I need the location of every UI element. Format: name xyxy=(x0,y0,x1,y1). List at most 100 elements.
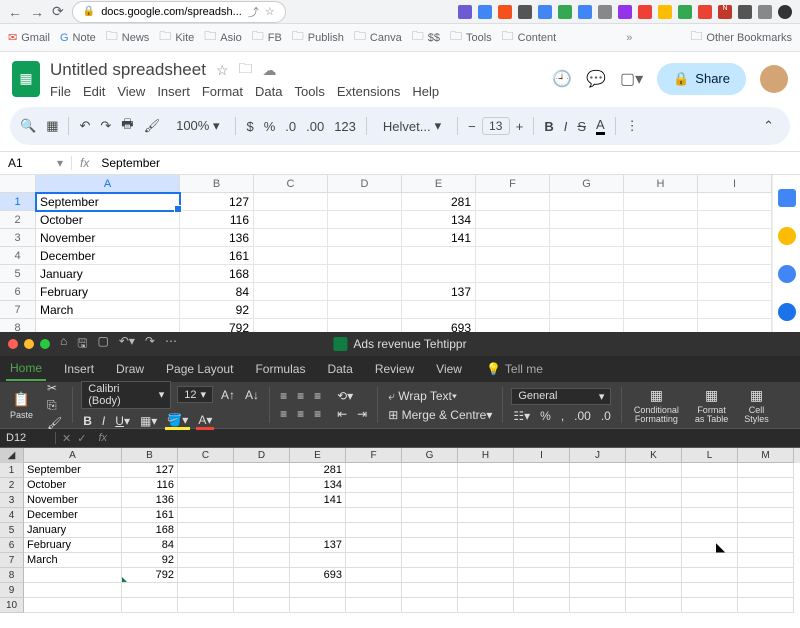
currency-icon[interactable]: ☷▾ xyxy=(511,409,532,423)
redo-icon[interactable]: ↷ xyxy=(145,334,155,355)
italic-icon[interactable]: I xyxy=(100,414,107,428)
meet-icon[interactable]: ▢▾ xyxy=(620,69,643,89)
tab-view[interactable]: View xyxy=(432,358,466,380)
percent-icon[interactable]: % xyxy=(538,409,553,423)
more-icon[interactable]: ⋮ xyxy=(626,118,639,134)
indent-inc-icon[interactable]: ⇥ xyxy=(355,407,369,421)
zoom-select[interactable]: 100% ▾ xyxy=(170,116,225,136)
forward-icon[interactable]: → xyxy=(30,4,44,20)
bookmark-fb[interactable]: 🗀FB xyxy=(252,27,282,48)
decrease-decimal-icon[interactable]: .0 xyxy=(285,119,296,134)
indent-dec-icon[interactable]: ⇤ xyxy=(335,407,349,421)
cell-styles-button[interactable]: ▦ Cell Styles xyxy=(740,384,773,426)
tab-review[interactable]: Review xyxy=(371,358,418,380)
redo-icon[interactable]: ↷ xyxy=(100,118,111,134)
cancel-icon[interactable]: ✕ xyxy=(62,432,71,445)
border-icon[interactable]: ▦▾ xyxy=(138,414,159,428)
ungroup-icon[interactable]: ▦ xyxy=(46,118,58,134)
bold-icon[interactable]: B xyxy=(544,119,553,134)
col-header[interactable]: I xyxy=(698,175,772,193)
align-top-icon[interactable]: ≡ xyxy=(278,389,289,403)
tab-page-layout[interactable]: Page Layout xyxy=(162,358,237,380)
reload-icon[interactable]: ⟳ xyxy=(52,3,64,20)
bookmark-note[interactable]: GNote xyxy=(60,32,96,44)
undo-icon[interactable]: ↶ xyxy=(79,118,90,134)
contacts-icon[interactable] xyxy=(778,303,796,321)
bookmark-overflow[interactable]: » xyxy=(626,32,632,44)
decrease-font-icon[interactable]: − xyxy=(468,119,476,134)
merge-button[interactable]: ⊞ Merge & Centre▾ xyxy=(386,408,494,422)
align-right-icon[interactable]: ≡ xyxy=(312,407,323,421)
bookmark-asio[interactable]: 🗀Asio xyxy=(204,27,241,48)
font-size-select[interactable]: 12▾ xyxy=(177,386,213,403)
format-as-table-button[interactable]: ▦ Format as Table xyxy=(691,384,732,426)
avatar[interactable] xyxy=(760,65,788,93)
menu-file[interactable]: File xyxy=(50,84,71,99)
comma-icon[interactable]: , xyxy=(559,409,566,423)
col-header[interactable]: H xyxy=(624,175,698,193)
align-left-icon[interactable]: ≡ xyxy=(278,407,289,421)
col-header[interactable]: D xyxy=(328,175,402,193)
back-icon[interactable]: ← xyxy=(8,4,22,20)
bold-icon[interactable]: B xyxy=(81,414,94,428)
tab-data[interactable]: Data xyxy=(323,358,356,380)
collapse-toolbar-icon[interactable]: ⌃ xyxy=(763,118,774,134)
share-button[interactable]: 🔒 Share xyxy=(657,63,746,95)
address-bar[interactable]: 🔒 docs.google.com/spreadsh... ⤴ ☆ xyxy=(72,1,286,23)
cloud-icon[interactable]: ☁ xyxy=(263,62,277,79)
maximize-window-icon[interactable] xyxy=(40,339,50,349)
history-icon[interactable]: 🕘 xyxy=(552,69,572,89)
orientation-icon[interactable]: ⟲▾ xyxy=(335,389,369,403)
text-color-icon[interactable]: A xyxy=(596,117,605,135)
increase-font-icon[interactable]: A↑ xyxy=(219,388,237,402)
paste-button[interactable]: 📋 Paste xyxy=(6,384,37,426)
fill-color-icon[interactable]: 🪣▾ xyxy=(165,413,190,430)
font-size-input[interactable]: 13 xyxy=(482,117,510,135)
minimize-window-icon[interactable] xyxy=(24,339,34,349)
home-icon[interactable]: ⌂ xyxy=(60,334,67,355)
keep-icon[interactable] xyxy=(778,227,796,245)
col-header[interactable]: B xyxy=(180,175,254,193)
font-select[interactable]: Helvet... ▾ xyxy=(377,116,447,136)
col-header[interactable]: E xyxy=(402,175,476,193)
name-box[interactable]: A1▾ xyxy=(0,156,72,170)
tab-draw[interactable]: Draw xyxy=(112,358,148,380)
menu-view[interactable]: View xyxy=(117,84,145,99)
conditional-formatting-button[interactable]: ▦ Conditional Formatting xyxy=(630,384,683,426)
font-select[interactable]: Calibri (Body)▾ xyxy=(81,381,171,409)
close-window-icon[interactable] xyxy=(8,339,18,349)
bookmark-money[interactable]: 🗀$$ xyxy=(412,27,440,48)
col-header[interactable]: F xyxy=(476,175,550,193)
menu-format[interactable]: Format xyxy=(202,84,243,99)
comment-icon[interactable]: 💬 xyxy=(586,69,606,89)
menu-edit[interactable]: Edit xyxy=(83,84,105,99)
increase-decimal-icon[interactable]: .00 xyxy=(306,119,324,134)
dec-decimal-icon[interactable]: .0 xyxy=(599,409,613,423)
more-formats-icon[interactable]: 123 xyxy=(334,119,356,134)
search-menus-icon[interactable]: 🔍 xyxy=(20,118,36,134)
font-color-icon[interactable]: A▾ xyxy=(196,413,214,430)
star-icon[interactable]: ☆ xyxy=(265,5,275,18)
print-icon[interactable]: 🖶 xyxy=(121,115,133,137)
move-icon[interactable]: 🗀 xyxy=(239,58,253,82)
menu-extensions[interactable]: Extensions xyxy=(337,84,401,99)
confirm-icon[interactable]: ✓ xyxy=(77,432,86,445)
col-header[interactable]: G xyxy=(550,175,624,193)
decrease-font-icon[interactable]: A↓ xyxy=(243,388,261,402)
excel-name-box[interactable]: D12 xyxy=(0,432,56,444)
paint-format-icon[interactable]: 🖌 xyxy=(144,118,161,134)
more-icon[interactable]: ⋯ xyxy=(165,334,177,355)
bookmark-tools[interactable]: 🗀Tools xyxy=(450,27,492,48)
inc-decimal-icon[interactable]: .00 xyxy=(572,409,593,423)
align-bot-icon[interactable]: ≡ xyxy=(312,389,323,403)
number-format-select[interactable]: General▾ xyxy=(511,388,611,405)
col-header[interactable]: C xyxy=(254,175,328,193)
menu-help[interactable]: Help xyxy=(412,84,439,99)
other-bookmarks[interactable]: 🗀Other Bookmarks xyxy=(690,27,792,48)
copy-icon[interactable]: ⎘ xyxy=(45,398,64,413)
menu-tools[interactable]: Tools xyxy=(294,84,324,99)
bookmark-publish[interactable]: 🗀Publish xyxy=(292,27,344,48)
qat-icon[interactable]: ▢ xyxy=(97,334,108,355)
bookmark-canva[interactable]: 🗀Canva xyxy=(354,27,402,48)
tab-insert[interactable]: Insert xyxy=(60,358,98,380)
